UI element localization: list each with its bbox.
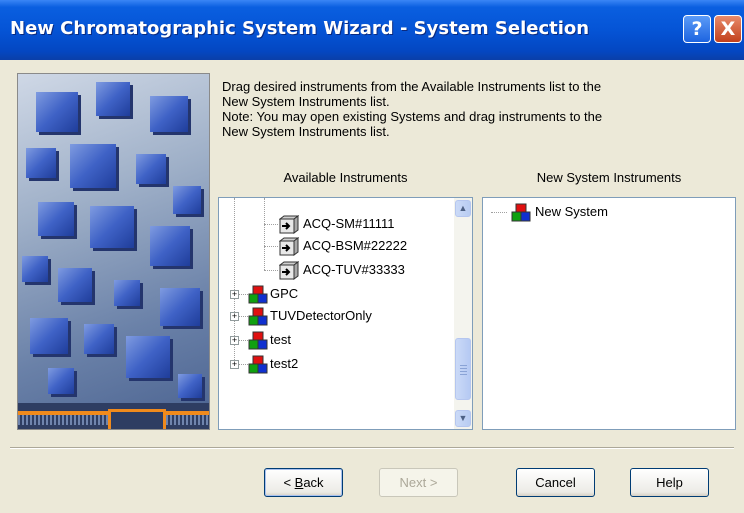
system-icon bbox=[248, 285, 268, 304]
system-label: New System bbox=[535, 204, 608, 219]
back-button-label: ack bbox=[303, 475, 324, 490]
instrument-icon bbox=[279, 237, 299, 256]
help-titlebar-button[interactable]: ? bbox=[683, 15, 711, 43]
new-system-instruments-label: New System Instruments bbox=[536, 170, 682, 185]
next-button[interactable]: Next > bbox=[379, 468, 458, 497]
tree-item-instrument[interactable]: ACQ-SM#11111 bbox=[219, 214, 455, 234]
system-label: GPC bbox=[270, 286, 299, 301]
tree-item-system[interactable]: + test2 bbox=[219, 354, 455, 374]
tree-item-system[interactable]: + GPC bbox=[219, 284, 455, 304]
chevron-down-icon: ▼ bbox=[458, 413, 468, 423]
instruction-line: New System Instruments list. bbox=[222, 124, 390, 139]
expand-icon[interactable]: + bbox=[230, 312, 239, 321]
scroll-down-button[interactable]: ▼ bbox=[455, 410, 471, 427]
expand-icon[interactable]: + bbox=[230, 290, 239, 299]
available-instruments-list[interactable]: ACQ-SM#11111 ACQ-BSM#22222 ACQ-TUV#33333 bbox=[218, 197, 473, 430]
system-icon bbox=[248, 331, 268, 350]
tree-item-system[interactable]: + TUVDetectorOnly bbox=[219, 306, 455, 326]
tree-item-instrument[interactable]: ACQ-BSM#22222 bbox=[219, 236, 455, 256]
system-icon bbox=[248, 355, 268, 374]
tree-item-system[interactable]: New System bbox=[483, 202, 733, 222]
button-separator bbox=[10, 447, 734, 449]
instruction-line: Note: You may open existing Systems and … bbox=[222, 109, 603, 124]
system-label: TUVDetectorOnly bbox=[270, 308, 372, 323]
scroll-up-button[interactable]: ▲ bbox=[455, 200, 471, 217]
scrollbar-thumb[interactable] bbox=[455, 338, 471, 400]
instrument-label: ACQ-SM#11111 bbox=[303, 216, 395, 231]
system-label: test2 bbox=[270, 356, 299, 371]
system-icon bbox=[248, 307, 268, 326]
window-title: New Chromatographic System Wizard - Syst… bbox=[10, 18, 590, 39]
instrument-icon bbox=[279, 215, 299, 234]
cancel-button[interactable]: Cancel bbox=[516, 468, 595, 497]
vertical-scrollbar[interactable]: ▲ ▼ bbox=[454, 198, 472, 429]
tree-item-instrument[interactable]: ACQ-TUV#33333 bbox=[219, 260, 455, 280]
system-label: test bbox=[270, 332, 291, 347]
close-icon: X bbox=[720, 18, 736, 40]
system-icon bbox=[511, 203, 531, 222]
help-button[interactable]: Help bbox=[630, 468, 709, 497]
tree-item-system[interactable]: + test bbox=[219, 330, 455, 350]
instructions-text: Drag desired instruments from the Availa… bbox=[222, 79, 722, 139]
chevron-up-icon: ▲ bbox=[458, 203, 468, 213]
expand-icon[interactable]: + bbox=[230, 336, 239, 345]
instrument-icon bbox=[279, 261, 299, 280]
title-bar[interactable]: New Chromatographic System Wizard - Syst… bbox=[0, 0, 744, 60]
wizard-window: New Chromatographic System Wizard - Syst… bbox=[0, 0, 744, 513]
back-button[interactable]: < Back bbox=[264, 468, 343, 497]
instrument-label: ACQ-TUV#33333 bbox=[303, 262, 405, 277]
instrument-label: ACQ-BSM#22222 bbox=[303, 238, 408, 253]
instruction-line: Drag desired instruments from the Availa… bbox=[222, 79, 602, 94]
new-system-instruments-list[interactable]: New System bbox=[482, 197, 736, 430]
question-icon: ? bbox=[691, 18, 703, 40]
back-button-prefix: < bbox=[283, 475, 295, 490]
wizard-graphic bbox=[17, 73, 210, 430]
expand-icon[interactable]: + bbox=[230, 360, 239, 369]
close-button[interactable]: X bbox=[714, 15, 742, 43]
instruction-line: New System Instruments list. bbox=[222, 94, 390, 109]
available-instruments-label: Available Instruments bbox=[283, 170, 408, 185]
